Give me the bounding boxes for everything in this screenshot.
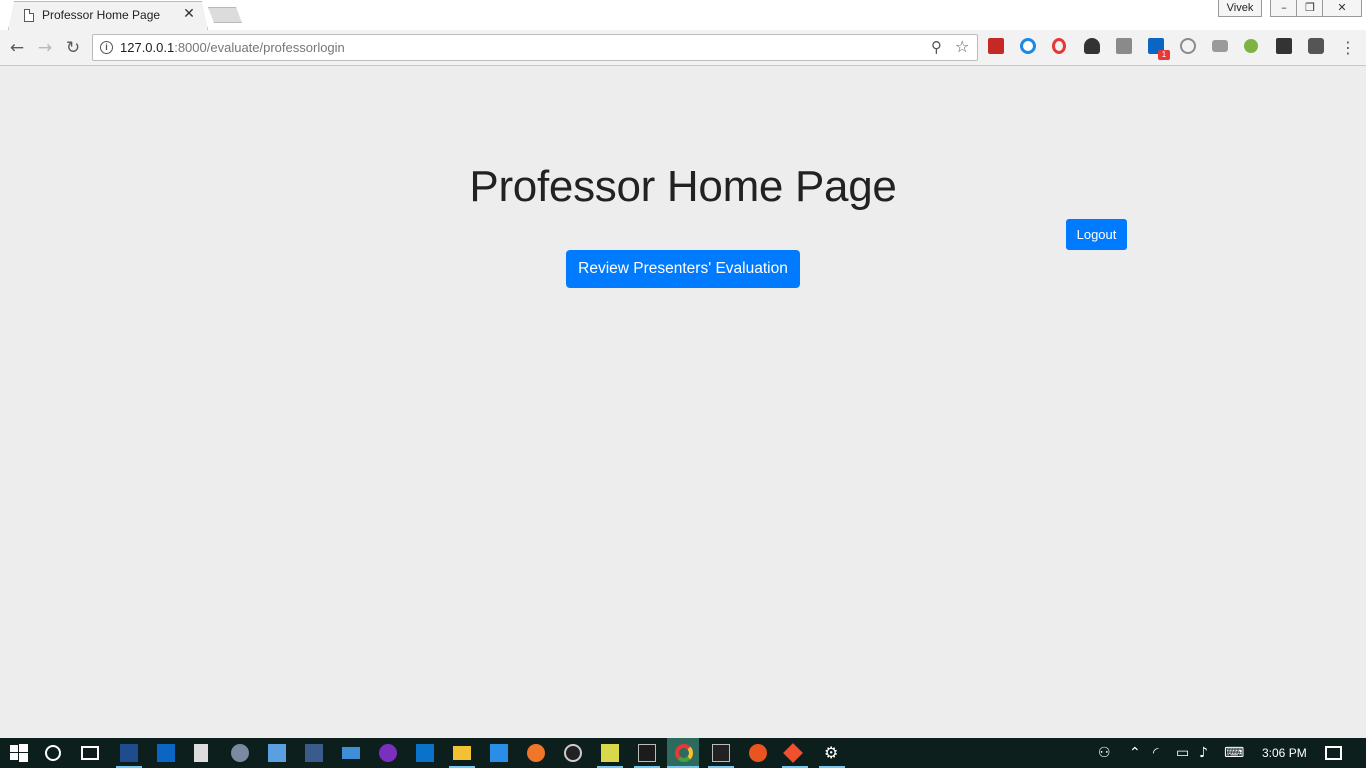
extension-green-dot-icon[interactable] bbox=[1244, 39, 1258, 53]
chrome-icon[interactable] bbox=[675, 744, 693, 762]
task-view-icon[interactable] bbox=[81, 746, 99, 760]
powershell-icon[interactable] bbox=[120, 744, 138, 762]
app-icon-13[interactable] bbox=[564, 744, 582, 762]
extension-note-icon[interactable] bbox=[1116, 38, 1132, 54]
close-icon: ✕ bbox=[1337, 1, 1347, 14]
browser-toolbar: ← → ↻ i 127.0.0.1:8000/evaluate/professo… bbox=[0, 30, 1366, 66]
pycharm-icon[interactable] bbox=[638, 744, 656, 762]
browser-tab[interactable]: Professor Home Page ✕ bbox=[8, 1, 208, 30]
url-path: :8000/evaluate/professorlogin bbox=[174, 40, 345, 55]
virtualbox-icon[interactable] bbox=[268, 744, 286, 762]
action-center-icon[interactable] bbox=[1325, 746, 1342, 760]
bookmark-star-icon[interactable]: ☆ bbox=[955, 37, 969, 56]
tab-title: Professor Home Page bbox=[42, 8, 161, 22]
git-icon[interactable] bbox=[783, 743, 803, 763]
chevron-up-icon[interactable]: ⌃ bbox=[1129, 744, 1141, 762]
file-explorer-icon[interactable] bbox=[453, 746, 471, 760]
extension-bulb-icon[interactable] bbox=[1308, 38, 1324, 54]
search-cortana-icon[interactable] bbox=[45, 745, 61, 761]
arrow-left-icon: ← bbox=[9, 38, 25, 58]
taskbar-clock[interactable]: 3:06 PM bbox=[1262, 746, 1307, 760]
extension-circle-icon[interactable] bbox=[1020, 38, 1036, 54]
restore-button[interactable]: ❐ bbox=[1296, 0, 1324, 17]
browser-title-bar: Professor Home Page ✕ Vivek – ❐ ✕ bbox=[0, 0, 1366, 30]
page-title: Professor Home Page bbox=[469, 162, 897, 211]
mysql-icon[interactable] bbox=[305, 744, 323, 762]
restore-icon: ❐ bbox=[1305, 1, 1315, 14]
review-evaluation-button[interactable]: Review Presenters' Evaluation bbox=[566, 250, 800, 288]
back-button[interactable]: ← bbox=[5, 36, 29, 60]
page-document-icon bbox=[24, 9, 34, 22]
extension-camera-icon[interactable] bbox=[1212, 40, 1228, 52]
github-icon[interactable] bbox=[379, 744, 397, 762]
url-host: 127.0.0.1 bbox=[120, 40, 175, 55]
settings-gear-icon[interactable]: ⚙ bbox=[824, 744, 838, 762]
forward-button[interactable]: → bbox=[33, 36, 57, 60]
battery-icon[interactable]: ▭ bbox=[1176, 744, 1189, 762]
extension-spy-icon[interactable] bbox=[1084, 38, 1100, 54]
keyboard-icon[interactable]: ⌨ bbox=[1224, 744, 1244, 762]
tab-close-icon[interactable]: ✕ bbox=[182, 6, 196, 22]
wifi-icon[interactable]: ◜ bbox=[1153, 744, 1158, 762]
vscode-icon[interactable] bbox=[490, 744, 508, 762]
windows-taskbar: ⚙ ⚇ ⌃ ◜ ▭ ♪ ⌨ 3:06 PM bbox=[0, 738, 1366, 768]
close-window-button[interactable]: ✕ bbox=[1322, 0, 1362, 17]
extension-h-icon[interactable] bbox=[1180, 38, 1196, 54]
arrow-right-icon: → bbox=[37, 38, 53, 58]
cmd-icon[interactable] bbox=[712, 744, 730, 762]
new-tab-button[interactable] bbox=[208, 7, 242, 23]
outlook-icon[interactable] bbox=[416, 744, 434, 762]
logout-button[interactable]: Logout bbox=[1066, 219, 1127, 250]
extension-selenium-icon[interactable] bbox=[1276, 38, 1292, 54]
address-bar[interactable]: i 127.0.0.1:8000/evaluate/professorlogin… bbox=[92, 34, 978, 61]
profile-button[interactable]: Vivek bbox=[1218, 0, 1262, 17]
browser-menu-icon[interactable]: ⋮ bbox=[1340, 36, 1356, 60]
extension-opera-icon[interactable] bbox=[1052, 38, 1066, 54]
notepad-icon[interactable] bbox=[601, 744, 619, 762]
linkedin-app-icon[interactable] bbox=[157, 744, 175, 762]
minimize-button[interactable]: – bbox=[1270, 0, 1298, 17]
reload-button[interactable]: ↻ bbox=[61, 36, 85, 60]
ubuntu-icon[interactable] bbox=[749, 744, 767, 762]
firefox-icon[interactable] bbox=[527, 744, 545, 762]
site-info-icon[interactable]: i bbox=[100, 41, 113, 54]
keyboard-app-icon[interactable] bbox=[342, 747, 360, 759]
app-icon-4[interactable] bbox=[231, 744, 249, 762]
people-icon[interactable]: ⚇ bbox=[1098, 744, 1111, 762]
minimize-icon: – bbox=[1281, 1, 1287, 14]
calculator-icon[interactable] bbox=[194, 744, 208, 762]
reload-icon: ↻ bbox=[65, 38, 81, 58]
extension-book-icon[interactable] bbox=[988, 38, 1004, 54]
windows-start-icon[interactable] bbox=[10, 744, 28, 762]
zoom-icon[interactable]: ⚲ bbox=[931, 38, 942, 56]
volume-icon[interactable]: ♪ bbox=[1199, 744, 1208, 762]
extension-badge: 1 bbox=[1158, 50, 1170, 60]
url-text[interactable]: 127.0.0.1:8000/evaluate/professorlogin bbox=[120, 40, 345, 55]
